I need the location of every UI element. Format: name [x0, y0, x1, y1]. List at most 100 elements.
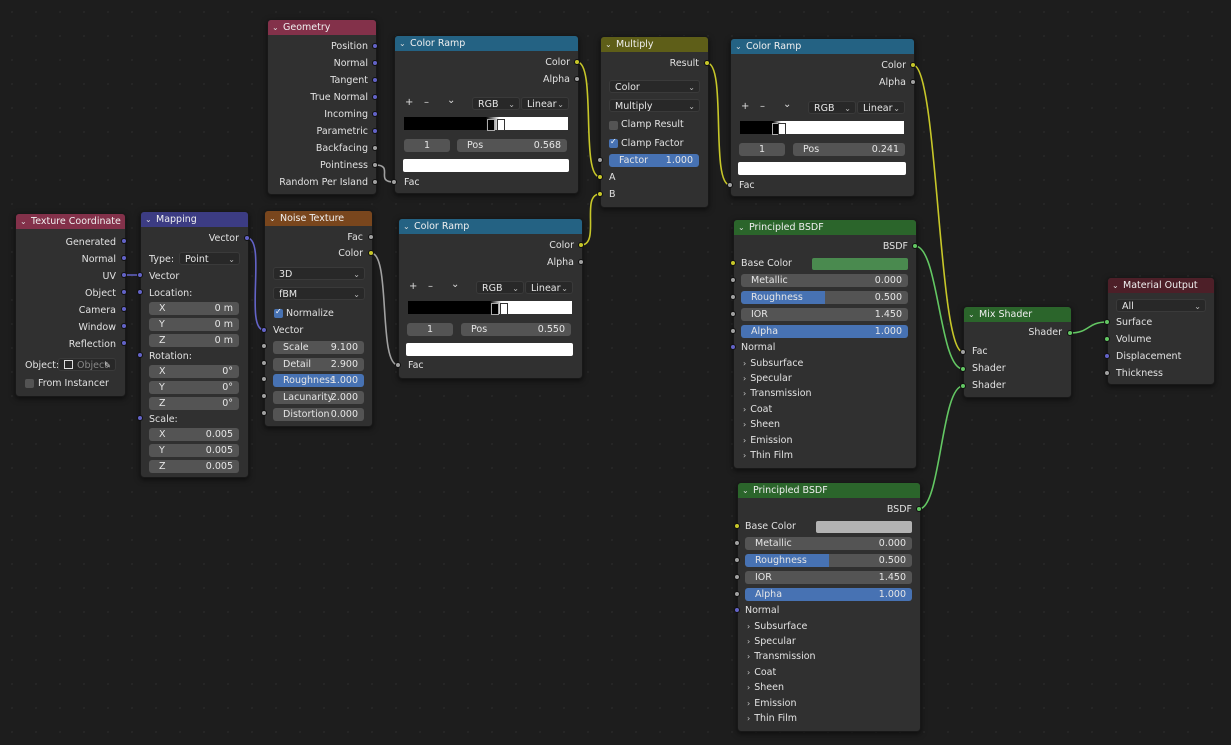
- object-picker[interactable]: Object ✎: [58, 358, 116, 371]
- link-noise-color-to-ramp2[interactable]: [370, 252, 399, 366]
- scale-field[interactable]: Scale 9.100: [273, 341, 364, 354]
- collapse-chevron-icon[interactable]: ⌄: [735, 39, 746, 54]
- socket-vector-out[interactable]: [244, 235, 250, 241]
- socket-vector-in[interactable]: [137, 272, 143, 278]
- panel-thin-film[interactable]: › Thin Film: [747, 713, 797, 724]
- socket-alpha-out[interactable]: [578, 259, 584, 265]
- clamp-factor-checkbox[interactable]: [609, 137, 618, 148]
- add-stop-icon[interactable]: +: [409, 281, 417, 292]
- node-header[interactable]: ⌄ Geometry: [268, 20, 376, 35]
- roughness-field[interactable]: Roughness 0.500: [745, 554, 912, 567]
- node-header[interactable]: ⌄ Material Output: [1108, 278, 1214, 293]
- chevron-down-icon[interactable]: ⌄: [451, 279, 459, 290]
- link-multiply-to-ramp3[interactable]: [706, 62, 731, 186]
- eyedropper-icon[interactable]: ✎: [104, 359, 111, 372]
- stop-color-swatch[interactable]: [403, 159, 569, 172]
- link-mapping-to-noise[interactable]: [246, 237, 265, 331]
- node-noise-texture[interactable]: ⌄Noise Texture Fac Color 3D⌄ fBM⌄ Normal…: [264, 210, 373, 427]
- base-color-swatch[interactable]: [816, 521, 912, 533]
- socket-alpha-out[interactable]: [910, 79, 916, 85]
- node-header[interactable]: ⌄ Mix Shader: [964, 307, 1071, 322]
- remove-stop-icon[interactable]: –: [428, 281, 433, 292]
- target-dropdown[interactable]: All ⌄: [1116, 299, 1206, 312]
- socket-fac-in[interactable]: [727, 182, 733, 188]
- panel-subsurface[interactable]: › Subsurface: [743, 358, 803, 369]
- socket-fac-out[interactable]: [368, 234, 374, 240]
- socket-detail-in[interactable]: [261, 360, 267, 366]
- socket-fac-in[interactable]: [960, 349, 966, 355]
- socket-fac-in[interactable]: [391, 179, 397, 185]
- alpha-field[interactable]: Alpha 1.000: [741, 325, 908, 338]
- stop-index-field[interactable]: 1: [404, 139, 450, 152]
- socket-result-out[interactable]: [704, 60, 710, 66]
- link-bsdf2-to-mix[interactable]: [918, 385, 964, 510]
- collapse-chevron-icon[interactable]: ⌄: [403, 219, 414, 234]
- node-color-ramp[interactable]: ⌄ Color Ramp Color Alpha + – ⌄ RGB ⌄ Linea…: [398, 218, 583, 379]
- socket-position[interactable]: [372, 43, 378, 49]
- link-ramp3-to-mix-fac[interactable]: [912, 64, 964, 353]
- collapse-chevron-icon[interactable]: ⌄: [968, 307, 979, 322]
- color-mode-dropdown[interactable]: RGB ⌄: [808, 101, 856, 114]
- collapse-chevron-icon[interactable]: ⌄: [605, 37, 616, 52]
- lacunarity-field[interactable]: Lacunarity 2.000: [273, 391, 364, 404]
- stop-pos-field[interactable]: Pos 0.568: [457, 139, 567, 152]
- socket-vector-in[interactable]: [261, 327, 267, 333]
- node-header[interactable]: ⌄ Texture Coordinate: [16, 214, 125, 229]
- rotation-y-field[interactable]: Y 0°: [149, 381, 239, 394]
- panel-emission[interactable]: › Emission: [743, 435, 792, 446]
- ramp-stop-white[interactable]: [497, 119, 505, 131]
- socket-bsdf-out[interactable]: [912, 243, 918, 249]
- panel-specular[interactable]: › Specular: [743, 373, 792, 384]
- socket-factor-in[interactable]: [597, 157, 603, 163]
- node-header[interactable]: ⌄ Multiply: [601, 37, 708, 52]
- color-mode-dropdown[interactable]: RGB ⌄: [472, 97, 520, 110]
- node-principled-bsdf[interactable]: ⌄ Principled BSDF BSDF Base Color Metalli…: [737, 482, 921, 732]
- collapse-chevron-icon[interactable]: ⌄: [272, 20, 283, 35]
- ramp-stop-white[interactable]: [778, 123, 786, 135]
- stop-index-field[interactable]: 1: [739, 143, 785, 156]
- link-mix-to-output[interactable]: [1069, 321, 1108, 334]
- socket-color-out[interactable]: [578, 242, 584, 248]
- metallic-field[interactable]: Metallic 0.000: [745, 537, 912, 550]
- alpha-field[interactable]: Alpha 1.000: [745, 588, 912, 601]
- location-z-field[interactable]: Z 0 m: [149, 334, 239, 347]
- remove-stop-icon[interactable]: –: [760, 101, 765, 112]
- socket-lacunarity-in[interactable]: [261, 393, 267, 399]
- socket-shader-out[interactable]: [1067, 330, 1073, 336]
- panel-coat[interactable]: › Coat: [743, 404, 772, 415]
- collapse-chevron-icon[interactable]: ⌄: [399, 36, 410, 51]
- factor-field[interactable]: Factor 1.000: [609, 154, 699, 167]
- socket-a-in[interactable]: [597, 174, 603, 180]
- socket-parametric[interactable]: [372, 128, 378, 134]
- socket-displacement-in[interactable]: [1104, 353, 1110, 359]
- clamp-result-checkbox[interactable]: [609, 121, 618, 130]
- socket-color-out[interactable]: [574, 59, 580, 65]
- collapse-chevron-icon[interactable]: ⌄: [1112, 278, 1123, 293]
- socket-color-out[interactable]: [910, 62, 916, 68]
- ramp-stop-white[interactable]: [500, 303, 508, 315]
- ramp-stop-black[interactable]: [491, 303, 499, 315]
- socket-base-color-in[interactable]: [734, 523, 740, 529]
- node-mix-shader[interactable]: ⌄ Mix Shader Shader Fac Shader Shader: [963, 306, 1072, 398]
- link-ramp2-to-multiply-b[interactable]: [580, 193, 601, 246]
- node-header[interactable]: ⌄ Noise Texture: [265, 211, 372, 226]
- distortion-field[interactable]: Distortion 0.000: [273, 408, 364, 421]
- scale-y-field[interactable]: Y 0.005: [149, 444, 239, 457]
- socket-ior-in[interactable]: [730, 311, 736, 317]
- socket-shader-2-in[interactable]: [960, 383, 966, 389]
- socket-thickness-in[interactable]: [1104, 370, 1110, 376]
- node-material-output[interactable]: ⌄ Material Output All ⌄ Surface Volume Dis…: [1107, 277, 1215, 385]
- ior-field[interactable]: IOR 1.450: [741, 308, 908, 321]
- ramp-stop-black[interactable]: [487, 119, 495, 131]
- socket-alpha-in[interactable]: [730, 328, 736, 334]
- socket-scale[interactable]: [137, 415, 143, 421]
- type-dropdown[interactable]: Point ⌄: [179, 252, 240, 265]
- stop-index-field[interactable]: 1: [407, 323, 453, 336]
- panel-transmission[interactable]: › Transmission: [747, 651, 816, 662]
- node-geometry[interactable]: ⌄ Geometry Position Normal Tangent True N…: [267, 19, 377, 195]
- interpolation-dropdown[interactable]: Linear ⌄: [857, 101, 905, 114]
- node-principled-bsdf[interactable]: ⌄ Principled BSDF BSDF Base Color Metalli…: [733, 219, 917, 469]
- rotation-x-field[interactable]: X 0°: [149, 365, 239, 378]
- detail-field[interactable]: Detail 2.900: [273, 358, 364, 371]
- color-ramp-gradient[interactable]: [408, 301, 572, 315]
